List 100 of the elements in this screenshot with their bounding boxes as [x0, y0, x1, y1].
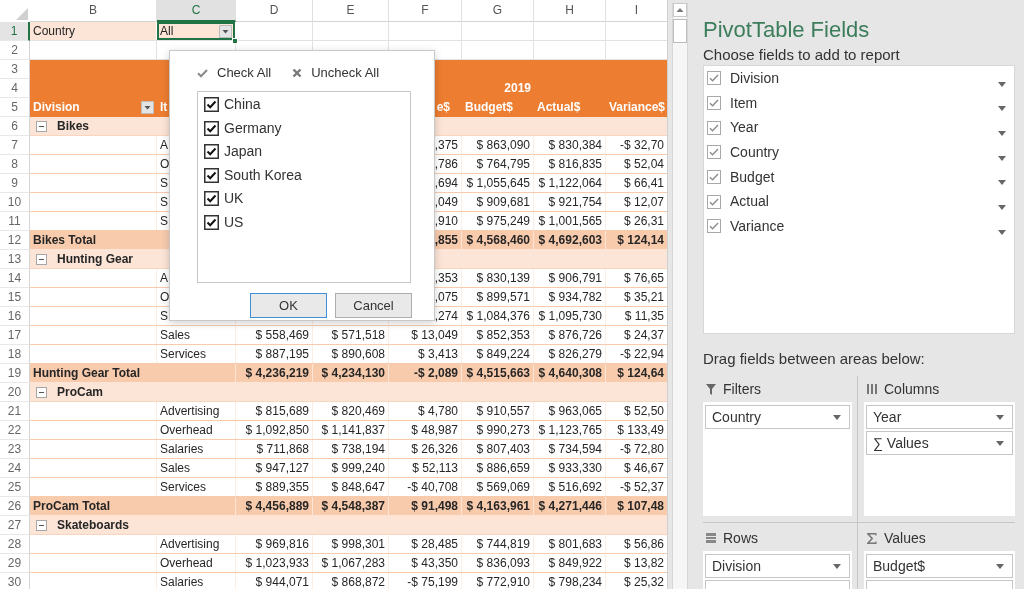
- column-header[interactable]: C: [157, 0, 236, 22]
- scrollbar-thumb[interactable]: [673, 19, 687, 43]
- country-option[interactable]: South Korea: [204, 163, 410, 187]
- field-chip[interactable]: Year: [866, 405, 1013, 429]
- row-number[interactable]: 11: [0, 212, 30, 231]
- row-number[interactable]: 3: [0, 60, 30, 79]
- dropdown-arrow-icon[interactable]: [998, 81, 1006, 87]
- row-number[interactable]: 27: [0, 516, 30, 535]
- field-chip[interactable]: [866, 580, 1013, 589]
- field-item[interactable]: Item: [707, 94, 998, 112]
- row-number[interactable]: 21: [0, 402, 30, 421]
- checkbox[interactable]: [204, 214, 219, 230]
- minus-box-icon[interactable]: [36, 386, 47, 398]
- row-number[interactable]: 24: [0, 459, 30, 478]
- checkbox[interactable]: [707, 194, 721, 209]
- field-item[interactable]: Variance: [707, 217, 998, 235]
- dropdown-arrow-icon[interactable]: [996, 563, 1004, 569]
- column-header[interactable]: H: [534, 0, 606, 22]
- fill-handle[interactable]: [232, 38, 238, 44]
- row-number[interactable]: 2: [0, 41, 30, 60]
- amount: ,786: [434, 156, 458, 172]
- dropdown-arrow-icon[interactable]: [998, 155, 1006, 161]
- amount: $ 848,647: [331, 479, 385, 495]
- minus-box-icon[interactable]: [36, 519, 47, 531]
- dropdown-arrow-icon[interactable]: [998, 205, 1006, 211]
- checkbox[interactable]: [707, 169, 721, 184]
- row-number[interactable]: 1: [0, 22, 30, 41]
- field-chip[interactable]: Division: [705, 554, 850, 578]
- dropdown-arrow-icon[interactable]: [833, 414, 841, 420]
- field-item[interactable]: Country: [707, 143, 998, 161]
- dropdown-arrow-icon[interactable]: [998, 131, 1006, 137]
- row-number[interactable]: 20: [0, 383, 30, 402]
- column-header[interactable]: F: [389, 0, 462, 22]
- checkbox[interactable]: [707, 95, 721, 110]
- minus-box-icon[interactable]: [36, 120, 47, 132]
- amount: $ 4,780: [417, 403, 458, 419]
- row-number[interactable]: 6: [0, 117, 30, 136]
- dropdown-arrow-icon[interactable]: [996, 440, 1004, 446]
- field-chip[interactable]: Country: [705, 405, 850, 429]
- row-number[interactable]: 5: [0, 98, 30, 117]
- field-item[interactable]: Year: [707, 119, 998, 137]
- row-number[interactable]: 8: [0, 155, 30, 174]
- row-number[interactable]: 23: [0, 440, 30, 459]
- country-option[interactable]: US: [204, 210, 410, 234]
- row-number[interactable]: 18: [0, 345, 30, 364]
- dropdown-arrow-icon[interactable]: [998, 106, 1006, 112]
- checkbox[interactable]: [204, 97, 219, 113]
- field-chip[interactable]: Budget$: [866, 554, 1013, 578]
- checkbox[interactable]: [204, 120, 219, 136]
- checkbox[interactable]: [707, 145, 721, 160]
- row-number[interactable]: 15: [0, 288, 30, 307]
- checkbox[interactable]: [707, 120, 721, 135]
- row-number[interactable]: 28: [0, 535, 30, 554]
- row-number[interactable]: 16: [0, 307, 30, 326]
- row-number[interactable]: 7: [0, 136, 30, 155]
- column-header[interactable]: E: [313, 0, 389, 22]
- row-number[interactable]: 29: [0, 554, 30, 573]
- dropdown-arrow-icon[interactable]: [998, 180, 1006, 186]
- checkbox[interactable]: [204, 144, 219, 160]
- row-number[interactable]: 12: [0, 231, 30, 250]
- field-item[interactable]: Division: [707, 69, 998, 87]
- checkbox[interactable]: [204, 167, 219, 183]
- column-header[interactable]: G: [462, 0, 534, 22]
- row-number[interactable]: 26: [0, 497, 30, 516]
- field-chip[interactable]: ∑ Values: [866, 431, 1013, 455]
- country-option[interactable]: UK: [204, 187, 410, 211]
- column-header[interactable]: B: [30, 0, 157, 22]
- amount: $ 816,835: [548, 156, 602, 172]
- row-number[interactable]: 9: [0, 174, 30, 193]
- scrollbar[interactable]: [672, 3, 688, 589]
- dropdown-arrow-icon[interactable]: [996, 414, 1004, 420]
- row-number[interactable]: 22: [0, 421, 30, 440]
- dropdown-arrow-icon[interactable]: [833, 563, 841, 569]
- country-option[interactable]: Japan: [204, 140, 410, 164]
- checkbox[interactable]: [707, 71, 721, 86]
- row-number[interactable]: 19: [0, 364, 30, 383]
- field-chip[interactable]: [705, 580, 850, 589]
- checkbox[interactable]: [204, 191, 219, 207]
- field-item[interactable]: Actual: [707, 193, 998, 210]
- amount: $ 921,754: [548, 194, 602, 210]
- filter-dropdown-icon[interactable]: [141, 101, 154, 114]
- dialog-button[interactable]: Cancel: [335, 293, 412, 318]
- row-number[interactable]: 25: [0, 478, 30, 497]
- uncheck-all-link[interactable]: Uncheck All: [292, 65, 380, 81]
- column-header[interactable]: D: [236, 0, 313, 22]
- row-number[interactable]: 4: [0, 79, 30, 98]
- amount: $ 52,04: [623, 156, 664, 172]
- row-number[interactable]: 13: [0, 250, 30, 269]
- country-option[interactable]: Germany: [204, 116, 410, 140]
- dropdown-icon[interactable]: [219, 24, 232, 38]
- row-number[interactable]: 17: [0, 326, 30, 345]
- minus-box-icon[interactable]: [36, 253, 47, 265]
- row-number[interactable]: 14: [0, 269, 30, 288]
- field-item[interactable]: Budget: [707, 168, 998, 186]
- dropdown-arrow-icon[interactable]: [998, 229, 1006, 235]
- country-option[interactable]: China: [204, 93, 410, 117]
- row-number[interactable]: 10: [0, 193, 30, 212]
- check-all-link[interactable]: Check All: [197, 65, 272, 81]
- dialog-button[interactable]: OK: [250, 293, 327, 318]
- checkbox[interactable]: [707, 219, 721, 234]
